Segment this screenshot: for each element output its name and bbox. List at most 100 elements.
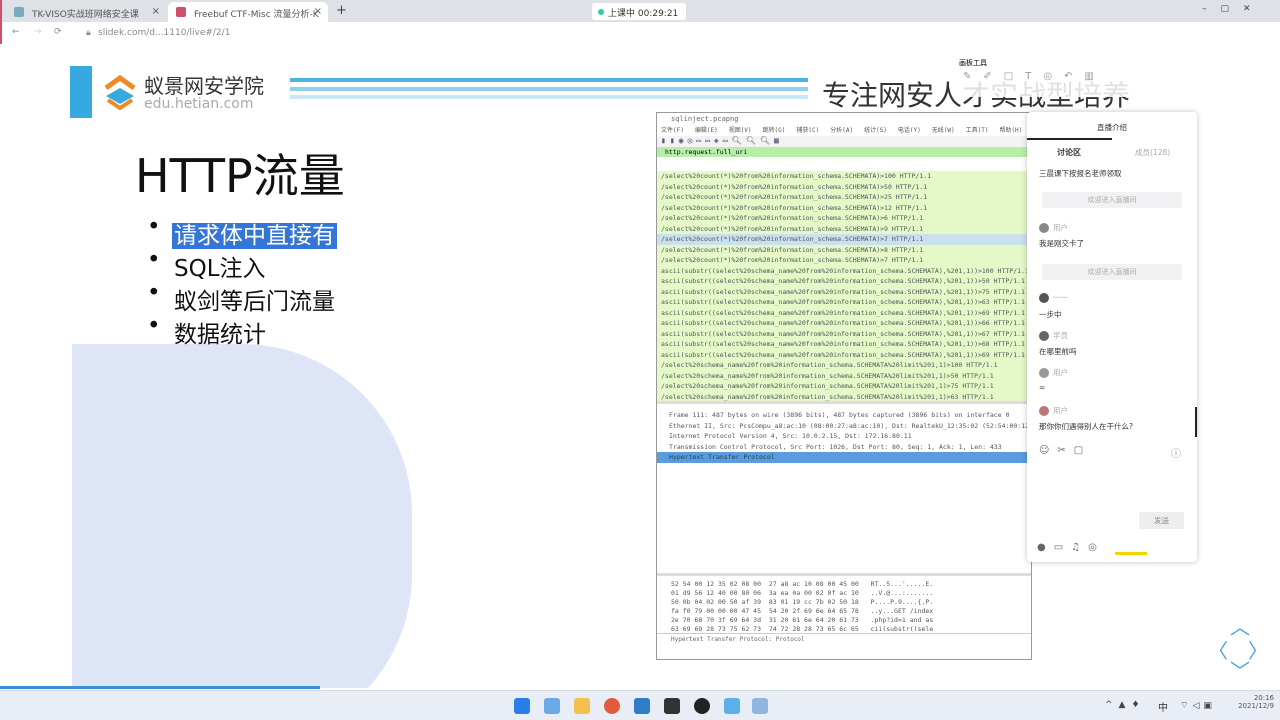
annotation-toolbar: 画板工具 ✎✐□T◎↶▥ xyxy=(955,55,1130,97)
network-volume-icons[interactable]: ⌔◁▣ xyxy=(1180,700,1216,711)
taskview-icon[interactable] xyxy=(544,698,560,714)
close-icon[interactable]: × xyxy=(152,6,160,17)
system-notice: 欢迎进入直播间 xyxy=(1042,192,1182,208)
explorer-icon[interactable] xyxy=(574,698,590,714)
tab-1[interactable]: TK-VISO实战班网络安全课 × xyxy=(6,2,166,22)
detail-row[interactable]: Internet Protocol Version 4, Src: 10.0.2… xyxy=(657,431,1031,442)
avatar xyxy=(1039,223,1049,233)
chat-scrollbar[interactable] xyxy=(1195,407,1197,437)
url-field[interactable]: slidek.com/d...1110/live#/2/1 xyxy=(98,28,230,38)
start-icon[interactable] xyxy=(514,698,530,714)
detail-row[interactable]: Hypertext Transfer Protocol xyxy=(657,452,1031,463)
wireshark-menu: 文件(F) 编辑(E) 视图(V) 跳转(G) 捕获(C) 分析(A) 统计(S) 电话(Y)… xyxy=(657,125,1031,136)
input-tools[interactable]: ☺✂▢ xyxy=(1039,445,1091,456)
tab-favicon xyxy=(176,7,186,17)
close-icon[interactable]: × xyxy=(314,6,322,17)
forward-icon[interactable]: → xyxy=(34,27,42,37)
menu-item[interactable]: 帮助(H) xyxy=(999,125,1022,136)
packet-row[interactable]: ascii(substr((select%20schema_name%20fro… xyxy=(657,297,1031,308)
packet-row[interactable]: ascii(substr((select%20schema_name%20fro… xyxy=(657,266,1031,277)
detail-row[interactable]: Frame 111: 487 bytes on wire (3896 bits)… xyxy=(657,410,1031,421)
avatar xyxy=(1039,368,1049,378)
menu-item[interactable]: 编辑(E) xyxy=(695,125,718,136)
menu-item[interactable]: 工具(T) xyxy=(966,125,989,136)
packet-row[interactable]: ascii(substr((select%20schema_name%20fro… xyxy=(657,329,1031,340)
packet-row[interactable]: /select%20schema_name%20from%20informati… xyxy=(657,371,1031,382)
packet-row[interactable]: /select%20schema_name%20from%20informati… xyxy=(657,381,1031,392)
packet-row[interactable]: ascii(substr((select%20schema_name%20fro… xyxy=(657,287,1031,298)
detail-row[interactable]: Ethernet II, Src: PcsCompu_a8:ac:10 (08:… xyxy=(657,421,1031,432)
bullet-item: 蚁剑等后门流量 xyxy=(147,280,337,316)
app-icon[interactable] xyxy=(752,698,768,714)
packet-row[interactable]: /select%20count(*)%20from%20information_… xyxy=(657,213,1031,224)
annotation-tools[interactable]: ✎✐□T◎↶▥ xyxy=(955,71,1130,82)
taskbar: ^▲♦ 中 ⌔◁▣ 20:16 2021/12/9 xyxy=(0,690,1280,720)
menu-item[interactable]: 文件(F) xyxy=(661,125,684,136)
packet-bytes[interactable]: 52 54 00 12 35 02 08 00 27 a8 ac 10 08 0… xyxy=(657,573,1031,633)
packet-row[interactable]: /select%20count(*)%20from%20information_… xyxy=(657,171,1031,182)
packet-row[interactable]: ascii(substr((select%20schema_name%20fro… xyxy=(657,308,1031,319)
menu-item[interactable]: 统计(S) xyxy=(864,125,887,136)
clock[interactable]: 20:16 2021/12/9 xyxy=(1238,694,1274,710)
chat-user: 学员 xyxy=(1039,330,1068,341)
packet-row[interactable]: /select%20count(*)%20from%20information_… xyxy=(657,182,1031,193)
bullet-item: 请求体中直接有 xyxy=(147,214,337,250)
packet-row[interactable]: /select%20count(*)%20from%20information_… xyxy=(657,203,1031,214)
logo-name: 蚁景网安学院 xyxy=(144,74,264,98)
divider xyxy=(290,87,808,91)
class-timer: 上课中 00:29:21 xyxy=(592,3,687,20)
packet-row[interactable]: ascii(substr((select%20schema_name%20fro… xyxy=(657,339,1031,350)
ime-indicator[interactable]: 中 xyxy=(1158,699,1168,714)
wireshark-toolbar[interactable]: ▮▮◉◎▭▭◈▭🔍︎🔍︎🔍︎▦ xyxy=(657,136,1031,147)
menu-item[interactable]: 分析(A) xyxy=(830,125,853,136)
menu-item[interactable]: 视图(V) xyxy=(729,125,752,136)
tab-members[interactable]: 成员(128) xyxy=(1135,147,1170,158)
slide-progress xyxy=(0,686,320,689)
menu-item[interactable]: 电话(Y) xyxy=(898,125,921,136)
wireshark-window: sqlinject.pcapng 文件(F) 编辑(E) 视图(V) 跳转(G) 捕获(… xyxy=(656,112,1032,660)
nav-down-icon[interactable]: ﹀ xyxy=(1230,655,1250,684)
packet-row[interactable]: /select%20count(*)%20from%20information_… xyxy=(657,192,1031,203)
tab-discussion[interactable]: 讨论区 xyxy=(1057,147,1081,158)
nav-up-icon[interactable]: ︿ xyxy=(1230,611,1250,640)
menu-item[interactable]: 无线(W) xyxy=(932,125,955,136)
nav-left-icon[interactable]: 〈 xyxy=(1208,635,1228,664)
packet-details[interactable]: Frame 111: 487 bytes on wire (3896 bits)… xyxy=(657,401,1031,573)
send-button[interactable]: 发送 xyxy=(1139,512,1184,529)
packet-row[interactable]: /select%20count(*)%20from%20information_… xyxy=(657,255,1031,266)
app-icon[interactable] xyxy=(694,698,710,714)
wireshark-icon[interactable] xyxy=(724,698,740,714)
slide-nav[interactable]: ︿ 〈 〉 ﹀ xyxy=(1208,615,1270,683)
bullet-item: SQL注入 xyxy=(147,247,268,283)
packet-row[interactable]: /select%20schema_name%20from%20informati… xyxy=(657,360,1031,371)
packet-row[interactable]: /select%20count(*)%20from%20information_… xyxy=(657,224,1031,235)
packet-list-header xyxy=(657,157,1031,171)
menu-item[interactable]: 跳转(G) xyxy=(763,125,786,136)
hex-row: 52 54 00 12 35 02 08 00 27 a8 ac 10 08 0… xyxy=(671,580,934,588)
tab-live-intro[interactable]: 直播介绍 xyxy=(1097,122,1127,133)
menu-item[interactable]: 捕获(C) xyxy=(796,125,819,136)
reload-icon[interactable]: ⟳ xyxy=(54,27,62,37)
packet-row[interactable]: /select%20count(*)%20from%20information_… xyxy=(657,234,1031,245)
display-filter-input[interactable]: http.request.full_uri xyxy=(657,147,1031,157)
tab-2[interactable]: Freebuf CTF-Misc 流量分析-K × xyxy=(168,2,328,22)
vscode-icon[interactable] xyxy=(634,698,650,714)
new-tab-button[interactable]: + xyxy=(336,3,347,18)
packet-row[interactable]: /select%20schema_name%20from%20informati… xyxy=(657,392,1031,403)
packet-row[interactable]: ascii(substr((select%20schema_name%20fro… xyxy=(657,318,1031,329)
packet-list[interactable]: /select%20count(*)%20from%20information_… xyxy=(657,171,1031,401)
terminal-icon[interactable] xyxy=(664,698,680,714)
nav-right-icon[interactable]: 〉 xyxy=(1248,635,1268,664)
detail-row[interactable]: Transmission Control Protocol, Src Port:… xyxy=(657,442,1031,453)
chrome-icon[interactable] xyxy=(604,698,620,714)
back-icon[interactable]: ← xyxy=(12,27,20,37)
window-controls[interactable]: –▢✕ xyxy=(1202,4,1265,14)
chat-message: 三晨课下按报名老师领取 xyxy=(1039,169,1122,178)
tab-label: TK-VISO实战班网络安全课 xyxy=(32,10,139,20)
packet-row[interactable]: ascii(substr((select%20schema_name%20fro… xyxy=(657,350,1031,361)
media-tools[interactable]: ●▭♫◎ xyxy=(1037,542,1105,553)
help-icon[interactable]: ⓘ xyxy=(1171,445,1181,460)
tray-icons[interactable]: ^▲♦ xyxy=(1105,700,1146,710)
packet-row[interactable]: /select%20count(*)%20from%20information_… xyxy=(657,245,1031,256)
packet-row[interactable]: ascii(substr((select%20schema_name%20fro… xyxy=(657,276,1031,287)
